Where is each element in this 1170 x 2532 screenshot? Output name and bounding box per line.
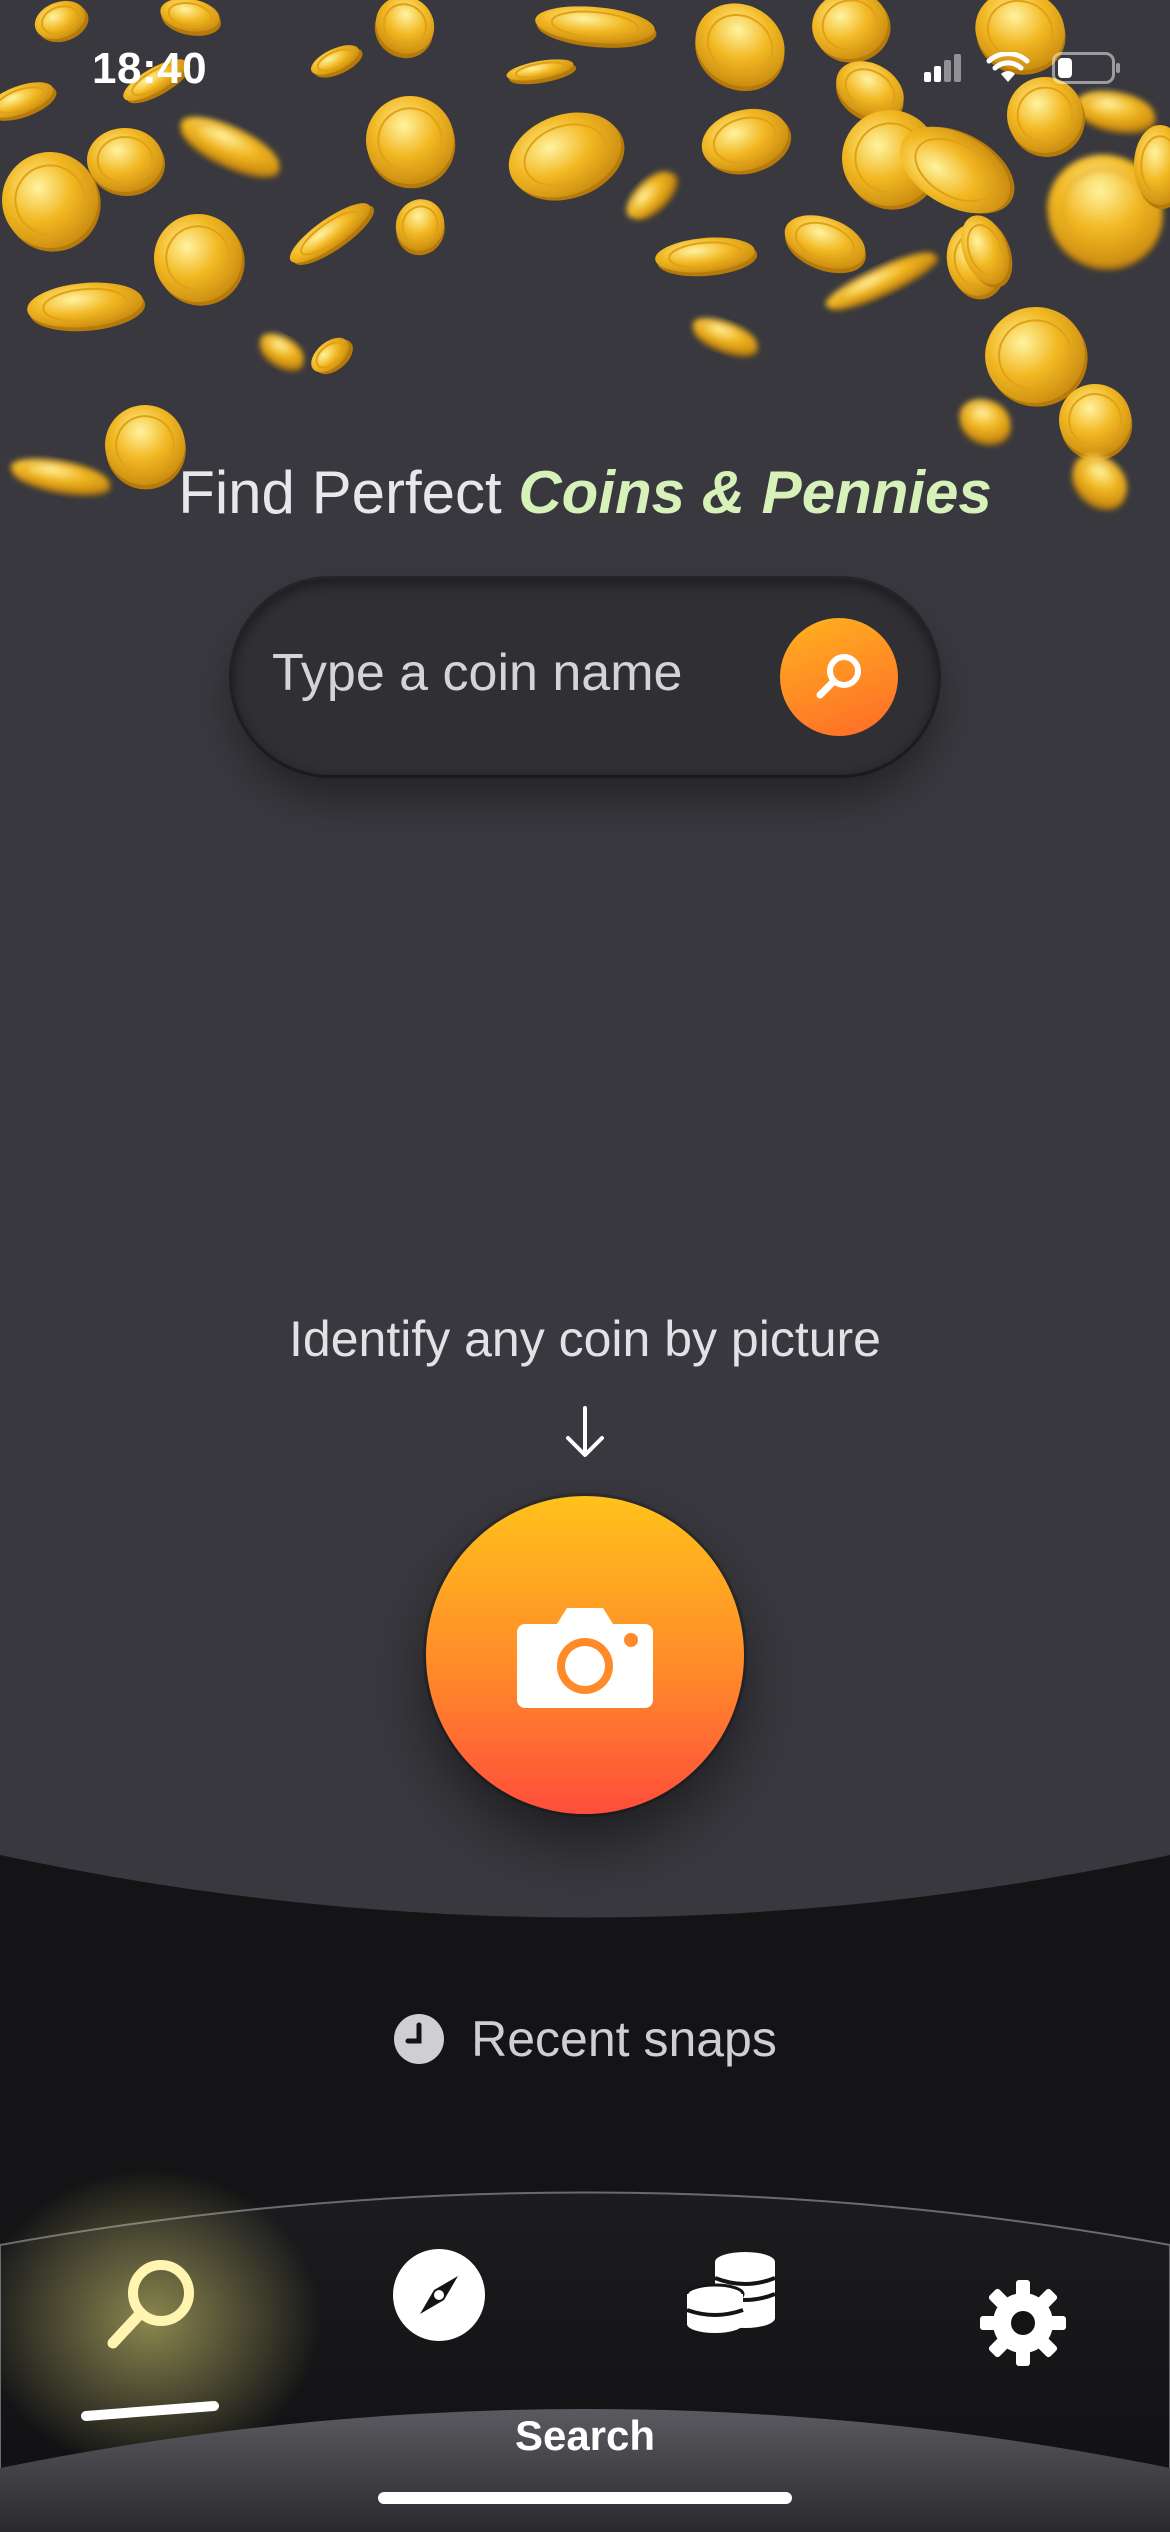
clock-icon xyxy=(394,2014,445,2064)
coin-15 xyxy=(366,96,456,189)
camera-button[interactable] xyxy=(426,1496,744,1814)
tab-collection[interactable] xyxy=(666,2228,796,2358)
coin-4 xyxy=(374,0,435,59)
status-icons xyxy=(924,52,1122,84)
compass-icon xyxy=(393,2249,485,2341)
coin-19 xyxy=(506,59,577,85)
coin-21 xyxy=(701,108,792,175)
coin-41 xyxy=(959,399,1011,446)
coin-stack-icon xyxy=(685,2252,776,2333)
coin-7 xyxy=(812,0,891,63)
headline-accent: Coins & Pennies xyxy=(518,459,992,526)
coin-6 xyxy=(695,3,785,92)
coin-13 xyxy=(154,214,245,306)
coin-20 xyxy=(626,171,678,220)
search-input[interactable]: Type a coin name xyxy=(272,643,682,703)
battery-icon xyxy=(1052,52,1120,84)
recent-snaps-label: Recent snaps xyxy=(471,2011,777,2067)
wifi-icon xyxy=(986,52,1030,82)
tab-explore[interactable] xyxy=(374,2230,504,2360)
coin-30 xyxy=(1007,77,1085,157)
coin-2 xyxy=(160,0,221,36)
coin-22 xyxy=(655,237,758,277)
tab-settings[interactable] xyxy=(958,2258,1088,2388)
search-bar[interactable]: Type a coin name xyxy=(232,579,938,775)
coin-37 xyxy=(87,128,165,196)
coin-38 xyxy=(259,333,304,371)
active-tab-label: Search xyxy=(514,2412,656,2459)
identify-label: Identify any coin by picture xyxy=(289,1311,881,1367)
coin-17 xyxy=(289,203,375,265)
coin-43 xyxy=(0,82,57,121)
page-headline: Find Perfect Coins & Pennies xyxy=(0,458,1170,527)
cellular-signal-icon xyxy=(924,54,961,82)
coin-3 xyxy=(310,45,363,78)
search-icon xyxy=(107,2260,194,2349)
tab-search[interactable] xyxy=(86,2240,216,2370)
arrow-down-icon xyxy=(566,1406,604,1457)
coin-18 xyxy=(395,199,445,256)
coin-23 xyxy=(692,318,758,357)
coin-16 xyxy=(508,112,625,201)
gear-icon xyxy=(980,2280,1066,2366)
recent-snaps-link[interactable]: Recent snaps xyxy=(0,2010,1170,2068)
headline-prefix: Find Perfect xyxy=(178,459,502,526)
coin-27 xyxy=(784,215,866,274)
status-time: 18:40 xyxy=(92,44,208,93)
coin-5 xyxy=(535,6,657,48)
search-icon xyxy=(816,654,861,699)
camera-icon xyxy=(517,1608,653,1708)
coin-12 xyxy=(180,116,280,178)
coin-1 xyxy=(34,0,89,43)
coin-9 xyxy=(1075,90,1156,134)
coin-14 xyxy=(311,337,353,375)
coin-35 xyxy=(27,282,146,332)
home-indicator xyxy=(378,2492,792,2504)
search-button[interactable] xyxy=(780,618,898,736)
